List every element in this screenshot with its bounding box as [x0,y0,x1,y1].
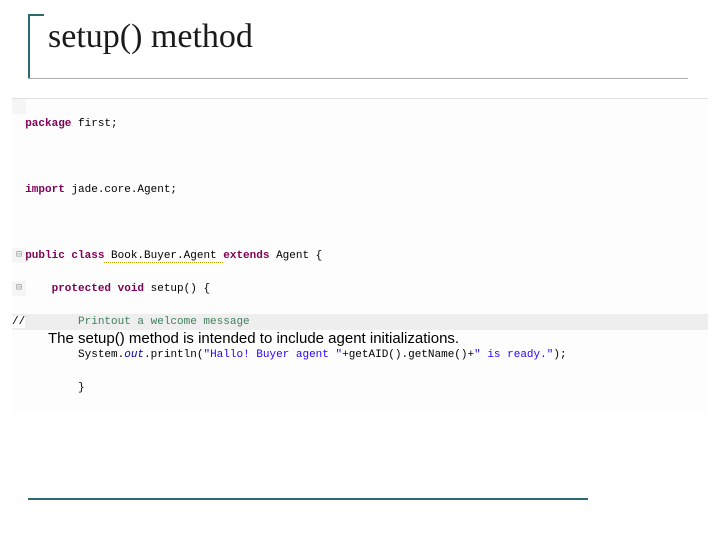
code-text: jade.core.Agent; [65,184,177,196]
code-comment-line: // Printout a welcome message [12,314,708,331]
keyword-import: import [25,184,65,196]
comment-prefix: // [12,316,25,328]
string-literal: "Hallo! Buyer agent " [203,349,342,361]
code-line: System.out.println("Hallo! Buyer agent "… [12,347,708,364]
keyword-extends: extends [223,250,269,262]
corner-accent [28,14,44,78]
keyword-protected-void: protected void [25,283,144,295]
fold-icon: ⊟ [12,248,26,263]
string-literal: " is ready." [474,349,553,361]
slide-description: The setup() method is intended to includ… [48,330,459,347]
code-line: import jade.core.Agent; [12,182,708,199]
bottom-accent [28,498,588,500]
code-text: Agent { [269,250,322,262]
code-text: first; [71,118,117,130]
code-line: package first; [12,116,708,133]
code-text: setup() { [144,283,210,295]
comment-text: Printout a welcome message [25,316,249,328]
code-block: package first; import jade.core.Agent; ⊟… [12,98,708,413]
code-text: ); [553,349,566,361]
class-name: Book.Buyer.Agent [104,250,223,263]
keyword-public-class: public class [25,250,104,262]
code-text: +getAID().getName()+ [342,349,474,361]
title-underline [28,78,688,79]
code-line: ⊟ protected void setup() { [12,281,708,298]
slide-title: setup() method [48,18,253,56]
code-blank-line [12,149,708,166]
code-blank-line [12,215,708,232]
static-field: out [124,349,144,361]
keyword-package: package [25,118,71,130]
code-line: } [12,380,708,397]
code-text: System. [25,349,124,361]
code-line: ⊟ public class Book.Buyer.Agent extends … [12,248,708,265]
code-text: .println( [144,349,203,361]
code-text: } [25,382,84,394]
fold-icon: ⊟ [12,281,26,296]
